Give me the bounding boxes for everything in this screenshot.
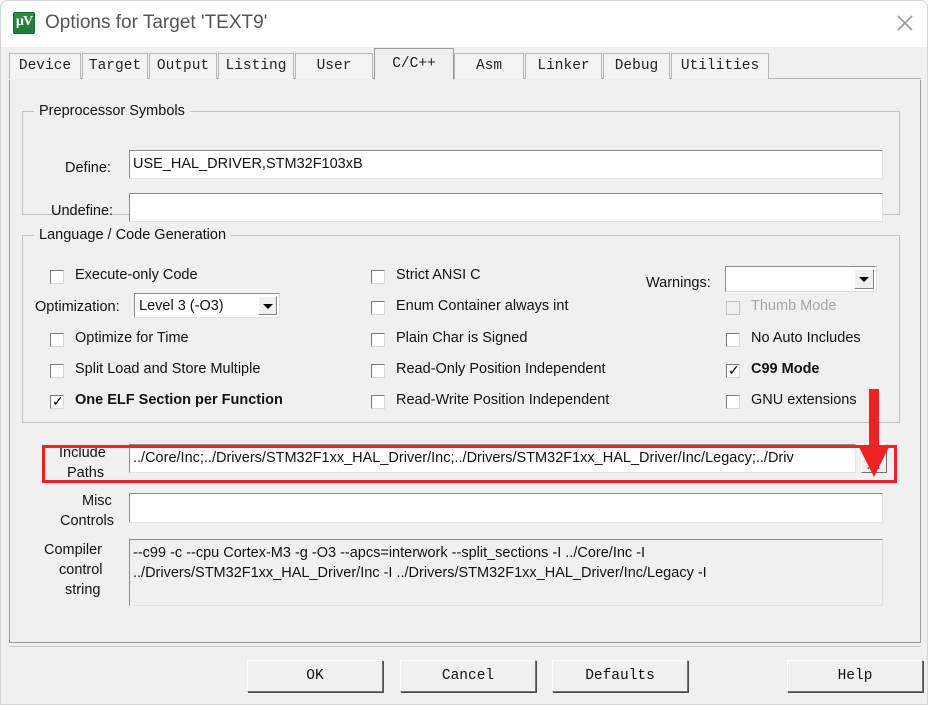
warnings-label: Warnings: [646,275,711,291]
options-dialog: µV Options for Target 'TEXT9' Device Tar… [0,0,928,705]
label-gnu-extensions: GNU extensions [751,392,857,408]
defaults-button[interactable]: Defaults [552,660,688,692]
misc-controls-input[interactable] [129,493,883,523]
label-thumb-mode: Thumb Mode [751,298,837,314]
ok-button[interactable]: OK [247,660,383,692]
compiler-control-label-line3: string [65,582,101,598]
language-code-generation-legend: Language / Code Generation [34,227,232,243]
label-no-auto-includes: No Auto Includes [751,330,861,346]
compiler-control-string-box: --c99 -c --cpu Cortex-M3 -g -O3 --apcs=i… [129,539,883,606]
optimization-label: Optimization: [35,299,120,315]
label-enum-container-always-int: Enum Container always int [396,298,569,314]
checkbox-c99-mode[interactable]: ✓ [726,362,740,378]
compiler-control-label-line2: control [59,562,103,578]
checkbox-split-load-and-store-multiple[interactable] [50,364,64,378]
compiler-control-string-line1: --c99 -c --cpu Cortex-M3 -g -O3 --apcs=i… [133,545,646,561]
close-button[interactable] [881,1,927,46]
check-icon: ✓ [728,362,740,378]
undefine-label: Undefine: [51,203,114,219]
optimization-select[interactable]: Level 3 (-O3) [134,293,280,318]
label-optimize-for-time: Optimize for Time [75,330,189,346]
checkbox-execute-only-code[interactable] [50,270,64,284]
tab-page-c-cpp: Preprocessor Symbols Define: USE_HAL_DRI… [9,80,921,643]
misc-controls-label-line2: Controls [60,513,114,529]
label-read-only-position-independent: Read-Only Position Independent [396,361,606,377]
cancel-button[interactable]: Cancel [400,660,536,692]
tab-c-cpp[interactable]: C/C++ [374,48,454,80]
close-icon [897,15,913,31]
chevron-down-icon[interactable] [258,296,277,315]
tab-output[interactable]: Output [149,53,217,79]
include-paths-input[interactable]: ../Core/Inc;../Drivers/STM32F1xx_HAL_Dri… [129,444,856,473]
preprocessor-symbols-legend: Preprocessor Symbols [34,103,190,119]
label-execute-only-code: Execute-only Code [75,267,198,283]
tab-listing[interactable]: Listing [218,53,294,79]
keil-uvision-icon: µV [13,12,35,34]
checkbox-no-auto-includes[interactable] [726,333,740,347]
include-paths-label-line1: Include [59,445,106,461]
tab-debug[interactable]: Debug [603,53,670,79]
label-read-write-position-independent: Read-Write Position Independent [396,392,610,408]
compiler-control-label-line1: Compiler [44,542,103,558]
define-label: Define: [65,160,111,176]
include-paths-browse-button[interactable]: ... [861,444,887,473]
undefine-input[interactable] [129,193,883,222]
checkbox-read-write-position-independent[interactable] [371,395,385,409]
tab-asm[interactable]: Asm [454,53,524,79]
label-plain-char-is-signed: Plain Char is Signed [396,330,528,346]
title-bar: µV Options for Target 'TEXT9' [1,1,927,48]
check-icon: ✓ [52,393,64,409]
footer-separator [9,646,921,647]
checkbox-gnu-extensions[interactable] [726,395,740,409]
label-strict-ansi-c: Strict ANSI C [396,267,481,283]
checkbox-one-elf-section-per-function[interactable]: ✓ [50,393,64,409]
checkbox-optimize-for-time[interactable] [50,333,64,347]
warnings-select[interactable] [725,266,877,292]
help-button[interactable]: Help [787,660,923,692]
tab-user[interactable]: User [295,53,373,79]
tab-target[interactable]: Target [82,53,148,79]
chevron-down-icon-warnings[interactable] [854,269,874,289]
label-split-load-and-store-multiple: Split Load and Store Multiple [75,361,261,377]
checkbox-enum-container-always-int[interactable] [371,301,385,315]
tab-device[interactable]: Device [9,53,81,79]
compiler-control-string-line2: ../Drivers/STM32F1xx_HAL_Driver/Inc -I .… [133,565,707,581]
keil-uvision-icon-glyph: µV [15,14,33,29]
checkbox-plain-char-is-signed[interactable] [371,333,385,347]
label-one-elf-section-per-function: One ELF Section per Function [75,392,283,408]
tab-strip: Device Target Output Listing User C/C++ … [1,47,927,80]
include-paths-browse-label: ... [866,456,882,473]
include-paths-label-line2: Paths [67,465,105,481]
misc-controls-label-line1: Misc [82,493,112,509]
checkbox-strict-ansi-c[interactable] [371,270,385,284]
define-input[interactable]: USE_HAL_DRIVER,STM32F103xB [129,150,883,179]
window-title: Options for Target 'TEXT9' [45,12,268,33]
checkbox-read-only-position-independent[interactable] [371,364,385,378]
optimization-value: Level 3 (-O3) [139,298,224,314]
label-c99-mode: C99 Mode [751,361,820,377]
tab-linker[interactable]: Linker [525,53,602,79]
tab-utilities[interactable]: Utilities [671,53,769,79]
checkbox-thumb-mode [726,301,740,315]
